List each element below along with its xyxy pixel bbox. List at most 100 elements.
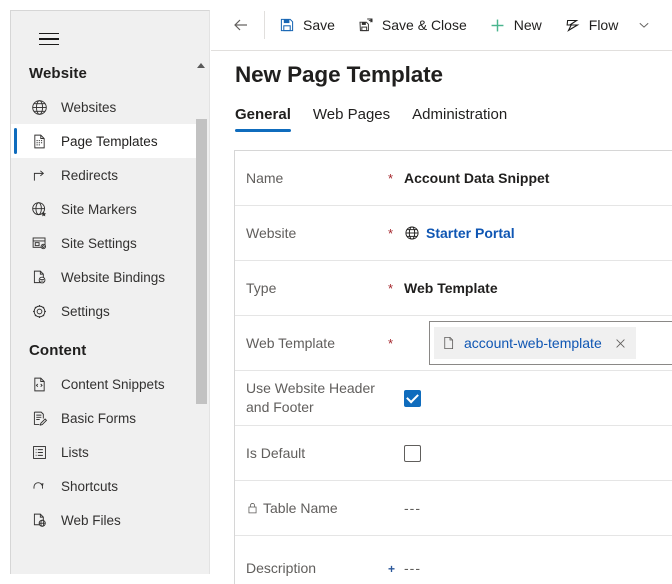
field-label-name: Name bbox=[246, 169, 388, 188]
sidebar-item-label: Web Files bbox=[61, 513, 121, 528]
save-button-label: Save bbox=[303, 17, 335, 33]
field-value-table-name: --- bbox=[404, 500, 672, 516]
field-value-is-default bbox=[404, 445, 672, 462]
field-value-type[interactable]: Web Template bbox=[404, 280, 672, 296]
close-icon[interactable] bbox=[610, 332, 632, 354]
field-label-is-default: Is Default bbox=[246, 444, 388, 463]
web-file-icon bbox=[29, 510, 49, 530]
sidebar-item-label: Websites bbox=[61, 100, 116, 115]
sidebar-item-settings[interactable]: Settings bbox=[11, 294, 199, 328]
field-label-web-template: Web Template bbox=[246, 334, 388, 353]
form-row-web-template: Web Template * account-web-template bbox=[235, 316, 672, 371]
sidebar-item-basic-forms[interactable]: Basic Forms bbox=[11, 401, 199, 435]
sidebar-item-site-settings[interactable]: Site Settings bbox=[11, 226, 199, 260]
sidebar-item-content-snippets[interactable]: Content Snippets bbox=[11, 367, 199, 401]
save-and-close-button-label: Save & Close bbox=[382, 17, 467, 33]
hamburger-icon[interactable] bbox=[29, 23, 69, 55]
form-edit-icon bbox=[29, 408, 49, 428]
form-row-name: Name * Account Data Snippet bbox=[235, 151, 672, 206]
code-file-icon bbox=[29, 374, 49, 394]
sidebar-item-label: Page Templates bbox=[61, 134, 158, 149]
is-default-checkbox[interactable] bbox=[404, 445, 421, 462]
save-floppy-icon bbox=[278, 16, 296, 34]
command-bar-overflow-button[interactable] bbox=[629, 6, 659, 44]
gear-icon bbox=[29, 301, 49, 321]
page-template-icon bbox=[29, 131, 49, 151]
required-marker: * bbox=[388, 226, 404, 240]
scroll-up-arrow-icon[interactable] bbox=[197, 61, 206, 70]
back-button[interactable] bbox=[220, 6, 262, 44]
shortcut-icon bbox=[29, 476, 49, 496]
globe-icon bbox=[29, 97, 49, 117]
flow-button[interactable]: Flow bbox=[553, 6, 630, 44]
sidebar-scrollbar-thumb[interactable] bbox=[196, 119, 207, 404]
globe-icon bbox=[404, 225, 420, 241]
sidebar-item-lists[interactable]: Lists bbox=[11, 435, 199, 469]
form-row-description: Description + --- bbox=[235, 536, 672, 584]
field-value-name[interactable]: Account Data Snippet bbox=[404, 170, 672, 186]
sidebar-group-header-content: Content bbox=[11, 328, 199, 367]
form-card: Name * Account Data Snippet Website * bbox=[234, 150, 672, 584]
flow-button-label: Flow bbox=[589, 17, 619, 33]
sidebar-group-header-website: Website bbox=[11, 57, 199, 90]
sidebar-item-redirects[interactable]: Redirects bbox=[11, 158, 199, 192]
sidebar-item-label: Shortcuts bbox=[61, 479, 118, 494]
main-content: Save Save & Close bbox=[211, 0, 672, 584]
plus-icon bbox=[489, 16, 507, 34]
sidebar-item-label: Lists bbox=[61, 445, 89, 460]
chevron-down-icon bbox=[637, 18, 651, 32]
sidebar-item-websites[interactable]: Websites bbox=[11, 90, 199, 124]
required-marker: * bbox=[388, 281, 404, 295]
save-button[interactable]: Save bbox=[267, 6, 346, 44]
tab-web-pages[interactable]: Web Pages bbox=[313, 106, 390, 132]
use-website-header-and-footer-checkbox[interactable] bbox=[404, 390, 421, 407]
field-label-type: Type bbox=[246, 279, 388, 298]
page-title: New Page Template bbox=[235, 62, 443, 88]
list-icon bbox=[29, 442, 49, 462]
field-value-use-website-header-and-footer bbox=[404, 390, 672, 407]
sidebar-item-shortcuts[interactable]: Shortcuts bbox=[11, 469, 199, 503]
required-marker bbox=[388, 453, 404, 454]
required-marker: * bbox=[388, 171, 404, 185]
sidebar-item-label: Website Bindings bbox=[61, 270, 165, 285]
file-icon bbox=[441, 335, 456, 351]
required-marker bbox=[388, 398, 404, 399]
form-row-table-name: Table Name --- bbox=[235, 481, 672, 536]
sidebar-item-site-markers[interactable]: Site Markers bbox=[11, 192, 199, 226]
save-and-close-icon bbox=[357, 16, 375, 34]
website-bindings-icon bbox=[29, 267, 49, 287]
lookup-selected-pill[interactable]: account-web-template bbox=[434, 327, 636, 359]
command-bar-divider bbox=[264, 11, 265, 39]
sidebar-item-page-templates[interactable]: Page Templates bbox=[11, 124, 199, 158]
field-value-website[interactable]: Starter Portal bbox=[404, 225, 672, 241]
lookup-selected-label: account-web-template bbox=[464, 335, 602, 351]
required-marker: * bbox=[388, 336, 404, 350]
field-value-description[interactable]: --- bbox=[404, 560, 672, 576]
form-row-use-website-header-and-footer: Use Website Header and Footer bbox=[235, 371, 672, 426]
command-bar: Save Save & Close bbox=[211, 0, 672, 51]
new-button[interactable]: New bbox=[478, 6, 553, 44]
field-label-use-website-header-and-footer: Use Website Header and Footer bbox=[246, 379, 388, 417]
tab-list: General Web Pages Administration bbox=[235, 106, 507, 132]
tab-administration[interactable]: Administration bbox=[412, 106, 507, 132]
sidebar-item-label: Content Snippets bbox=[61, 377, 165, 392]
field-label-description: Description bbox=[246, 559, 388, 578]
web-template-lookup-input[interactable]: account-web-template bbox=[429, 321, 672, 365]
optional-marker: + bbox=[388, 562, 404, 575]
redirect-arrow-icon bbox=[29, 165, 49, 185]
globe-star-icon bbox=[29, 199, 49, 219]
website-link[interactable]: Starter Portal bbox=[426, 225, 515, 241]
field-label-website: Website bbox=[246, 224, 388, 243]
sidebar-item-label: Settings bbox=[61, 304, 110, 319]
field-label-text: Table Name bbox=[263, 499, 338, 518]
sidebar-item-label: Site Markers bbox=[61, 202, 137, 217]
sidebar-item-website-bindings[interactable]: Website Bindings bbox=[11, 260, 199, 294]
tab-general[interactable]: General bbox=[235, 106, 291, 132]
sidebar-item-web-files[interactable]: Web Files bbox=[11, 503, 199, 537]
flow-icon bbox=[564, 16, 582, 34]
site-settings-icon bbox=[29, 233, 49, 253]
save-and-close-button[interactable]: Save & Close bbox=[346, 6, 478, 44]
field-label-table-name: Table Name bbox=[246, 499, 388, 518]
lock-icon bbox=[246, 501, 259, 515]
required-marker bbox=[388, 508, 404, 509]
